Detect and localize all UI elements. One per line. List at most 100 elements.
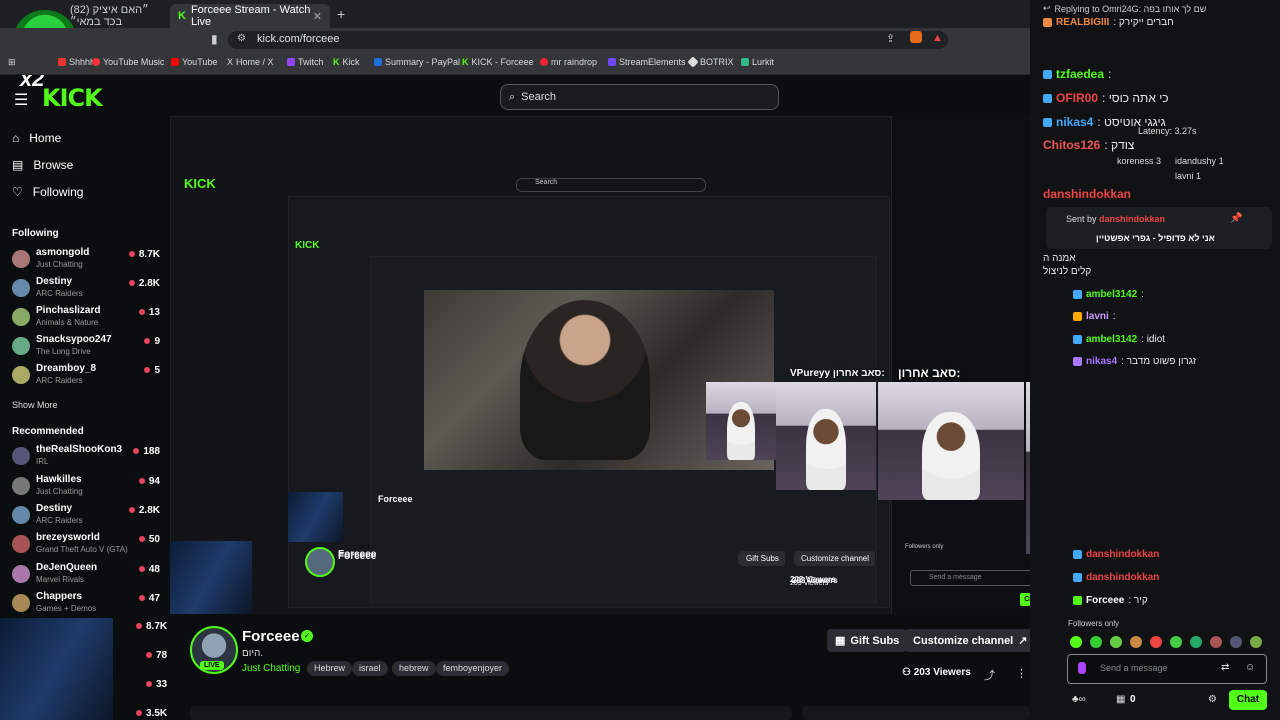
show-more-button[interactable]: Show More (12, 400, 58, 410)
channel-category: ARC Raiders (36, 376, 83, 385)
site-info-icon[interactable]: ⚙ (237, 33, 246, 44)
chat-username[interactable]: nikas4 (1086, 356, 1117, 367)
chat-username[interactable]: danshindokkan (1043, 187, 1131, 201)
tag[interactable]: Hebrew (307, 661, 353, 676)
nav-following[interactable]: ♡ Following (12, 185, 83, 199)
chat-message[interactable]: danshindokkan (1073, 572, 1159, 583)
sidebar-channel[interactable]: DeJenQueen Marvel Rivals 48 (12, 562, 160, 588)
chat-message[interactable]: OFIR00: כי אתה כוסי (1043, 91, 1169, 105)
kick-logo[interactable]: KICK (42, 84, 103, 112)
browser-tab[interactable]: (82) ״האם איציק בכד במאי״ (62, 4, 170, 28)
emoji-icon[interactable]: ☺ (1245, 662, 1255, 673)
chat-message[interactable]: ambel3142: (1073, 289, 1144, 300)
chat-username[interactable]: ambel3142 (1086, 334, 1137, 345)
nav-browse[interactable]: ▤ Browse (12, 158, 73, 172)
bookmark-item[interactable]: BOTRIX (687, 56, 734, 68)
chat-message[interactable]: lavni: (1073, 311, 1116, 322)
emote-icon[interactable] (1130, 636, 1142, 648)
stream-category[interactable]: Just Chatting (242, 663, 300, 674)
chat-message[interactable]: Forceee: קיר (1073, 595, 1148, 606)
emote-icon[interactable] (1250, 636, 1262, 648)
viewer-count: 50 (139, 534, 160, 545)
bookmark-item[interactable]: Summary - PayPal (374, 57, 460, 67)
share-icon[interactable]: ⇪ (886, 32, 895, 45)
tag[interactable]: femboyenjoyer (436, 661, 510, 676)
bookmark-label: Kick (342, 57, 360, 67)
emote-icon[interactable] (1070, 636, 1082, 648)
chat-username[interactable]: tzfaedea (1056, 67, 1104, 81)
microphone-icon[interactable] (1078, 662, 1086, 674)
emote-icon[interactable] (1170, 636, 1182, 648)
chat-message[interactable]: Chitos126: צודק (1043, 138, 1134, 152)
chat-message[interactable]: danshindokkan (1073, 549, 1159, 560)
settings-icon[interactable]: ⚙ (1208, 694, 1217, 705)
bookmark-item[interactable]: Twitch (287, 57, 324, 67)
translate-icon[interactable]: ⇄ (1221, 662, 1229, 673)
bookmark-item[interactable]: X Home / X (227, 57, 274, 67)
bookmark-item[interactable]: YouTube (171, 57, 217, 67)
chat-username[interactable]: Forceee (1086, 595, 1124, 606)
webcam-feed (776, 382, 876, 490)
sidebar-channel[interactable]: Dreamboy_8 ARC Raiders 5 (12, 363, 160, 389)
chat-username[interactable]: nikas4 (1056, 115, 1093, 129)
bookmark-item[interactable]: StreamElements (608, 57, 686, 67)
send-chat-button[interactable]: Chat (1229, 690, 1267, 710)
sidebar-channel[interactable]: brezeysworld Grand Theft Auto V (GTA) 50 (12, 532, 160, 558)
chat-username[interactable]: danshindokkan (1086, 549, 1159, 560)
chat-message[interactable]: nikas4: זגרון פשוט מדבר (1073, 356, 1196, 367)
emote-icon[interactable] (1150, 636, 1162, 648)
chat-username[interactable]: ambel3142 (1086, 289, 1137, 300)
bookmark-item[interactable]: Lurkit (741, 57, 774, 67)
emote-icon[interactable] (1110, 636, 1122, 648)
bookmark-item[interactable]: mr raindrop (540, 57, 597, 67)
bookmark-item[interactable]: K KICK - Forceee (462, 57, 534, 67)
chat-message[interactable]: קלים לניצול (1043, 266, 1091, 277)
gift-icon[interactable]: ▦ (1116, 694, 1125, 705)
tag[interactable]: hebrew (392, 661, 436, 676)
search-input[interactable]: ⌕ Search (500, 84, 779, 110)
nav-home[interactable]: ⌂ Home (12, 131, 61, 145)
customize-channel-button[interactable]: Customize channel ↗ (905, 629, 1036, 652)
points-icon[interactable]: ♣∞ (1072, 694, 1086, 705)
sidebar-channel[interactable]: Chappers Games + Demos 47 (12, 591, 160, 617)
sidebar-channel[interactable]: Destiny ARC Raiders 2.8K (12, 276, 160, 302)
chat-username[interactable]: danshindokkan (1086, 572, 1159, 583)
brave-shield-icon[interactable] (910, 31, 922, 43)
url-text: kick.com/forceee (257, 33, 340, 45)
apps-icon[interactable]: ⊞ (8, 57, 16, 68)
sidebar-channel[interactable]: Pinchaslizard Animals & Nature 13 (12, 305, 160, 331)
menu-icon[interactable]: ☰ (14, 90, 28, 110)
emote-icon[interactable] (1190, 636, 1202, 648)
chat-message[interactable]: tzfaedea: (1043, 67, 1111, 81)
bookmark-item[interactable]: YouTube Music (92, 57, 164, 67)
sidebar-channel[interactable]: Hawkilles Just Chatting 94 (12, 474, 160, 500)
chat-username[interactable]: REALBIGIII (1056, 17, 1109, 28)
sidebar-channel[interactable]: Destiny ARC Raiders 2.8K (12, 503, 160, 529)
gift-subs-button[interactable]: ▦ Gift Subs (827, 629, 908, 652)
chat-message[interactable]: אמנה ה (1043, 253, 1076, 264)
more-options-icon[interactable]: ⋮ (1016, 667, 1027, 680)
rewards-icon[interactable]: ▲ (932, 32, 943, 44)
new-tab-button[interactable]: + (337, 6, 345, 22)
chat-message[interactable]: ambel3142: idiot (1073, 334, 1165, 345)
chat-username[interactable]: Chitos126 (1043, 138, 1100, 152)
sidebar-channel[interactable]: asmongold Just Chatting 8.7K (12, 247, 160, 273)
share-icon[interactable]: ⤴ (984, 667, 995, 683)
bookmark-item[interactable]: Shhhh (58, 57, 95, 67)
channel-name[interactable]: Forceee (242, 628, 300, 645)
sidebar-channel[interactable]: Snacksypoo247 The Long Drive 9 (12, 334, 160, 360)
sidebar-channel[interactable]: theRealShooKon3 IRL 188 (12, 444, 160, 470)
emote-icon[interactable] (1230, 636, 1242, 648)
browser-tab-active[interactable]: K Forceee Stream - Watch Live ✕ (170, 4, 330, 28)
close-tab-icon[interactable]: ✕ (313, 10, 322, 23)
tag[interactable]: israel (352, 661, 388, 676)
pin-icon[interactable]: 📌 (1230, 213, 1242, 224)
bookmark-star-icon[interactable]: ▮ (211, 32, 218, 46)
chat-username[interactable]: lavni (1086, 311, 1109, 322)
bookmark-item[interactable]: K Kick (333, 57, 360, 67)
emote-icon[interactable] (1090, 636, 1102, 648)
chat-message[interactable]: danshindokkan (1043, 187, 1131, 201)
emote-icon[interactable] (1210, 636, 1222, 648)
chat-message[interactable]: REALBIGIII: חברים ייקירק (1043, 17, 1174, 28)
chat-username[interactable]: OFIR00 (1056, 91, 1098, 105)
